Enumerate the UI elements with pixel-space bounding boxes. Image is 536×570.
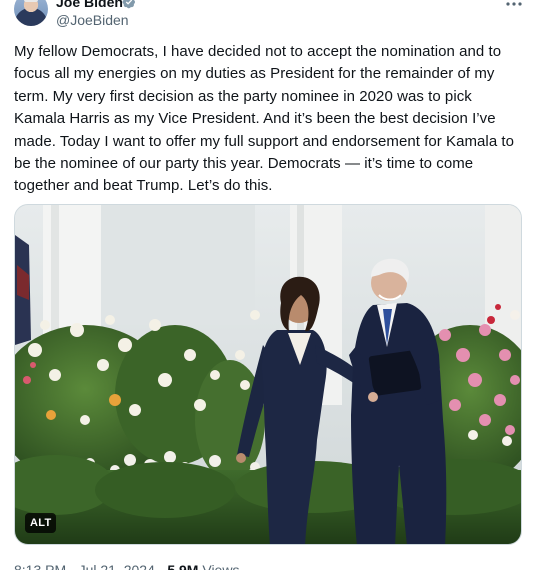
author-handle[interactable]: @JoeBiden — [56, 12, 129, 28]
meta-separator: · — [158, 562, 164, 570]
tweet-time[interactable]: 8:13 PM — [14, 562, 66, 570]
meta-separator: · — [70, 562, 75, 570]
views-count[interactable]: 5.9M — [167, 562, 198, 570]
tweet-meta: 8:13 PM · Jul 21, 2024 · 5.9M Views — [14, 561, 239, 570]
tweet-photo[interactable]: ALT — [14, 204, 522, 545]
views-label[interactable]: Views — [202, 562, 239, 570]
author-display-name[interactable]: Joe Biden — [56, 0, 123, 9]
tweet-text: My fellow Democrats, I have decided not … — [14, 43, 515, 195]
tweet-card: Joe Biden @JoeBiden My fellow Democrats,… — [0, 0, 536, 570]
tweet-date[interactable]: Jul 21, 2024 — [79, 562, 155, 570]
author-avatar[interactable] — [14, 0, 48, 26]
verified-badge-icon[interactable] — [122, 0, 136, 9]
more-options-icon[interactable] — [505, 0, 523, 7]
photo-garden-scene — [15, 205, 521, 544]
tweet-header: Joe Biden @JoeBiden — [0, 0, 536, 36]
alt-text-badge[interactable]: ALT — [25, 513, 57, 533]
